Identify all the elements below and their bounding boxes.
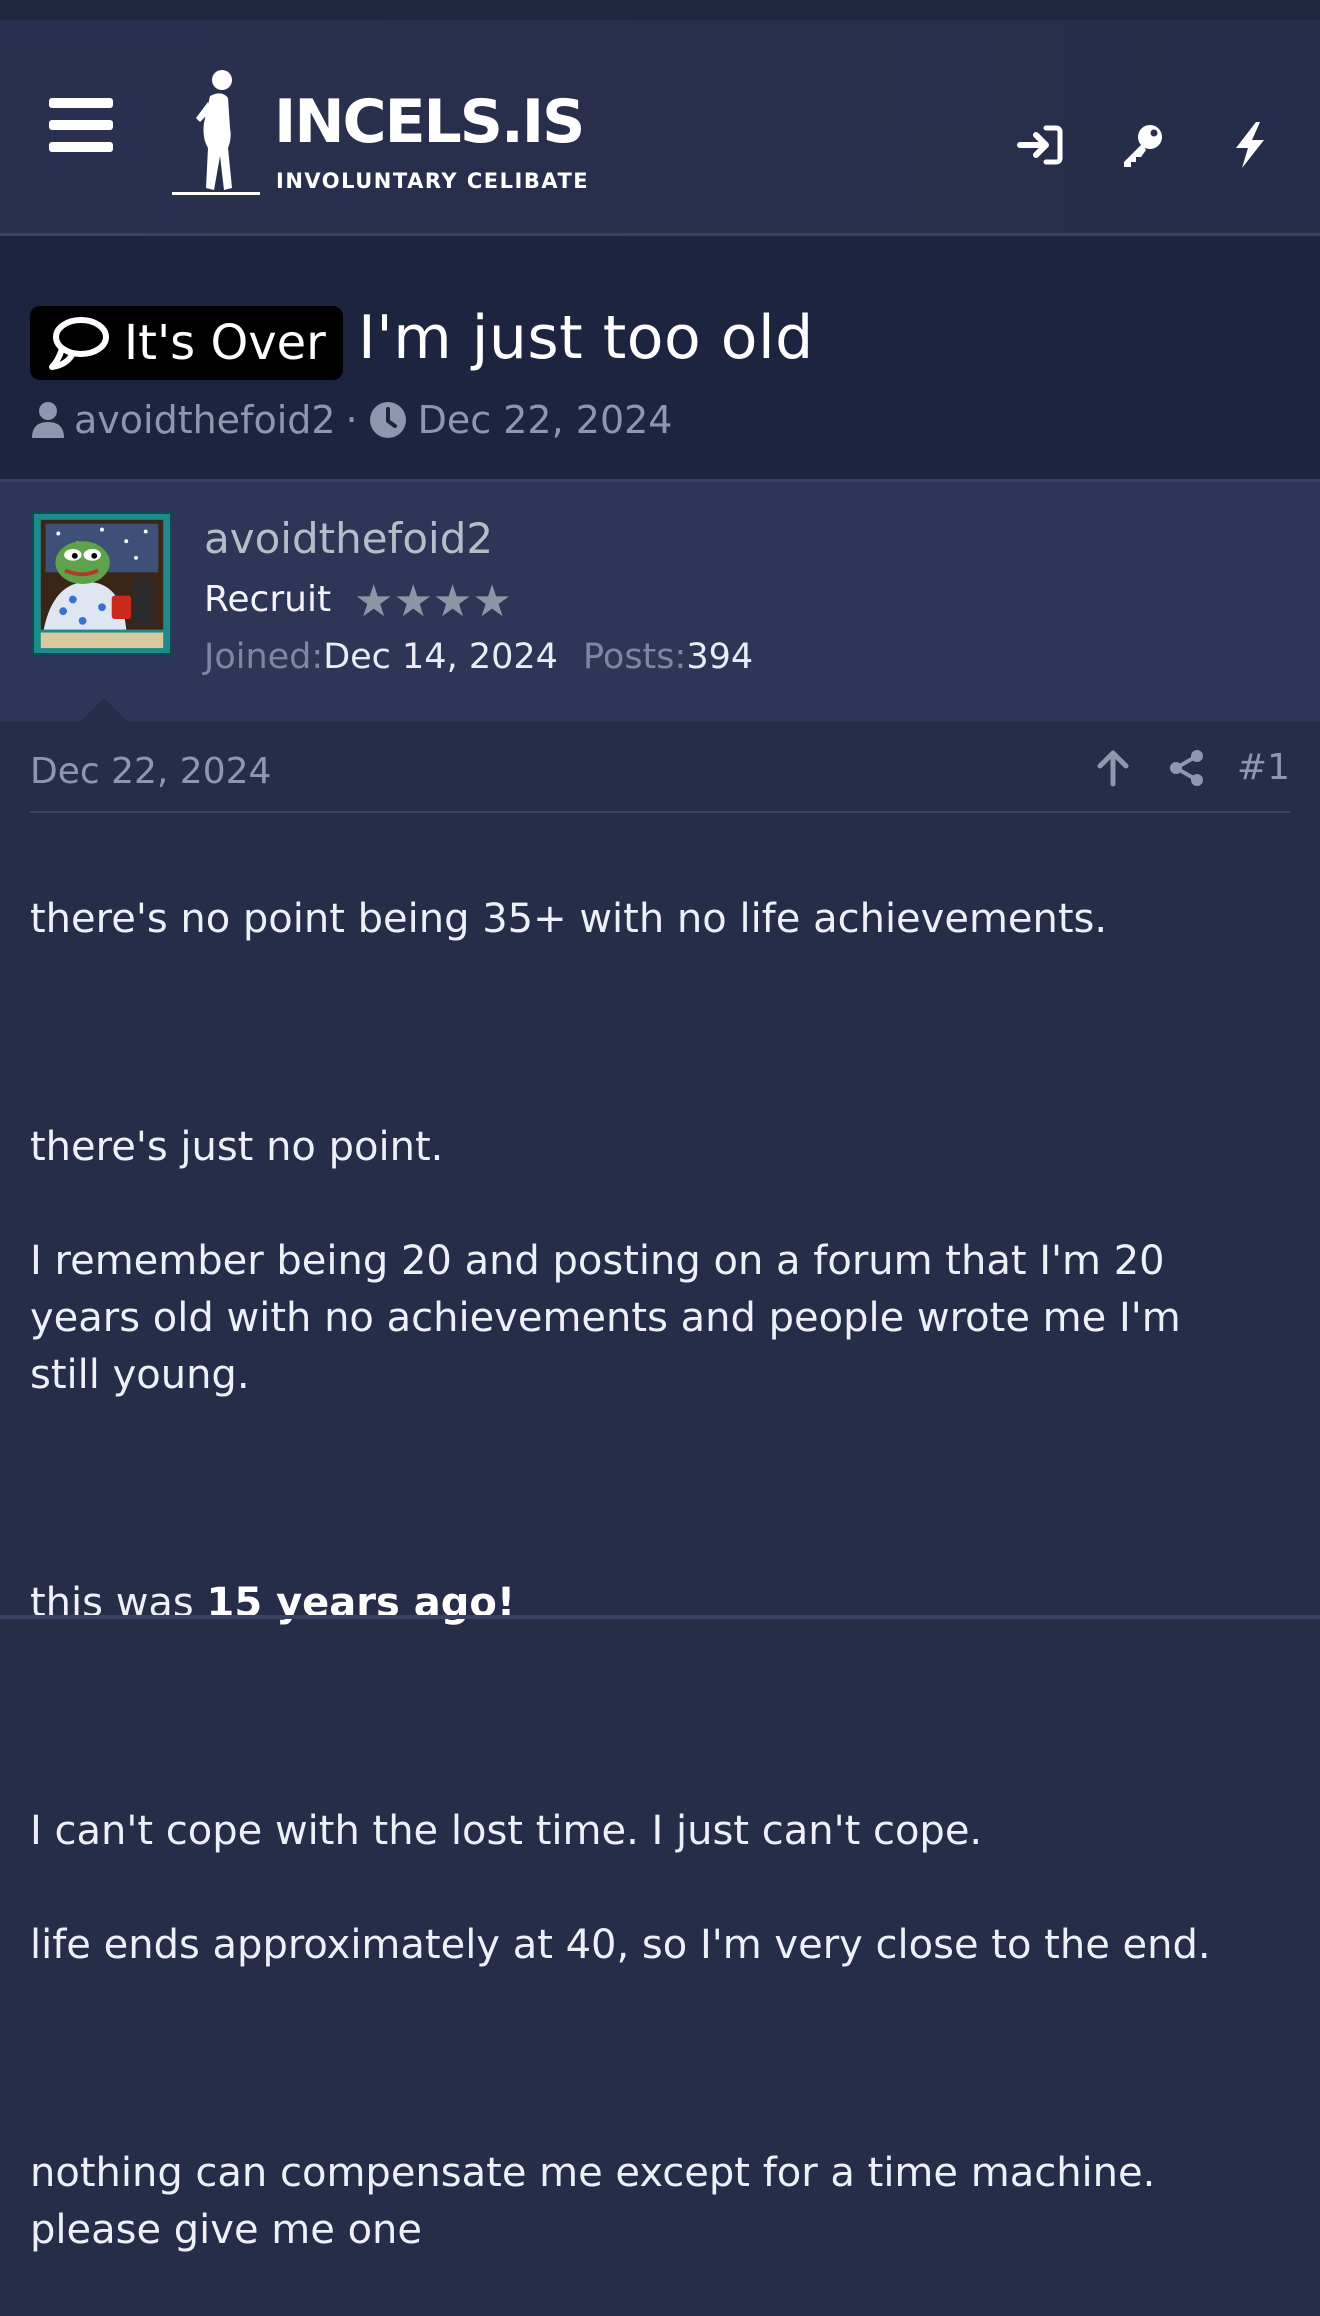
post-content: there's no point being 35+ with no life … — [30, 834, 1260, 2316]
thread-date-link[interactable]: Dec 22, 2024 — [418, 398, 673, 442]
thread-title: I'm just too old — [358, 303, 814, 373]
prefix-label: It's Over — [124, 315, 326, 371]
hamburger-menu-icon[interactable] — [49, 98, 113, 152]
post-line: I can't cope with the lost time. I just … — [30, 1808, 983, 1854]
thread-title-area: It's Over I'm just too old avoidthefoid2… — [0, 236, 1320, 479]
user-icon — [32, 402, 64, 438]
post-line: there's no point being 35+ with no life … — [30, 896, 1108, 942]
post-actions: #1 — [1093, 748, 1290, 788]
post-date-link[interactable]: Dec 22, 2024 — [30, 754, 271, 790]
post-line: nothing can compensate me except for a t… — [30, 2150, 1156, 2253]
joined-label: Joined: — [204, 637, 324, 677]
user-rank-stars: ★★★★ — [354, 580, 512, 624]
message-body: Dec 22, 2024 #1 there's no point being 3… — [0, 722, 1320, 2253]
pepe-card-avatar — [34, 514, 170, 653]
joined-value: Dec 14, 2024 — [323, 637, 558, 677]
message-pointer — [78, 698, 130, 724]
post-line: life ends approximately at 40, so I'm ve… — [30, 1922, 1211, 1968]
user-stats: Joined:Dec 14, 2024 Posts:394 — [204, 640, 753, 675]
message-attribution: Dec 22, 2024 #1 — [30, 722, 1290, 813]
post-line: there's just no point. — [30, 1124, 444, 1170]
thread-prefix-badge[interactable]: It's Over — [30, 306, 343, 380]
site-logo[interactable]: INCELS.IS INVOLUNTARY CELIBATE — [172, 68, 622, 203]
posts-value: 394 — [686, 637, 754, 677]
key-icon[interactable] — [1118, 120, 1168, 170]
thread-meta: avoidthefoid2 · Dec 22, 2024 — [30, 398, 672, 442]
post-text: this was — [30, 1580, 207, 1626]
meta-separator: · — [345, 398, 358, 442]
post-line: I remember being 20 and posting on a for… — [30, 1238, 1181, 1398]
login-arrow-icon[interactable] — [1016, 120, 1066, 170]
message-user-block: avoidthefoid2 Recruit ★★★★ Joined:Dec 14… — [0, 479, 1320, 724]
clock-icon — [369, 402, 406, 438]
post-number-link[interactable]: #1 — [1237, 750, 1290, 786]
top-strip — [0, 0, 1320, 20]
username-link[interactable]: avoidthefoid2 — [204, 518, 493, 560]
user-avatar[interactable] — [32, 512, 172, 655]
user-title: Recruit — [204, 579, 332, 620]
speech-bubble-icon — [49, 317, 109, 370]
logo-title: INCELS.IS — [274, 87, 585, 157]
rank-stars: ★★★★ — [354, 576, 512, 627]
site-header: INCELS.IS INVOLUNTARY CELIBATE — [0, 20, 1320, 236]
lightning-bolt-icon[interactable] — [1226, 120, 1276, 170]
posts-label: Posts: — [583, 637, 687, 677]
post-bold-text: 15 years ago! — [206, 1580, 516, 1626]
up-arrow-icon[interactable] — [1093, 748, 1133, 788]
standing-figure-icon — [172, 70, 260, 195]
logo-subtitle: INVOLUNTARY CELIBATE — [276, 169, 590, 193]
share-icon[interactable] — [1167, 748, 1207, 788]
thread-author-link[interactable]: avoidthefoid2 — [74, 398, 336, 442]
post-line: this was 15 years ago! — [30, 1575, 1260, 1632]
